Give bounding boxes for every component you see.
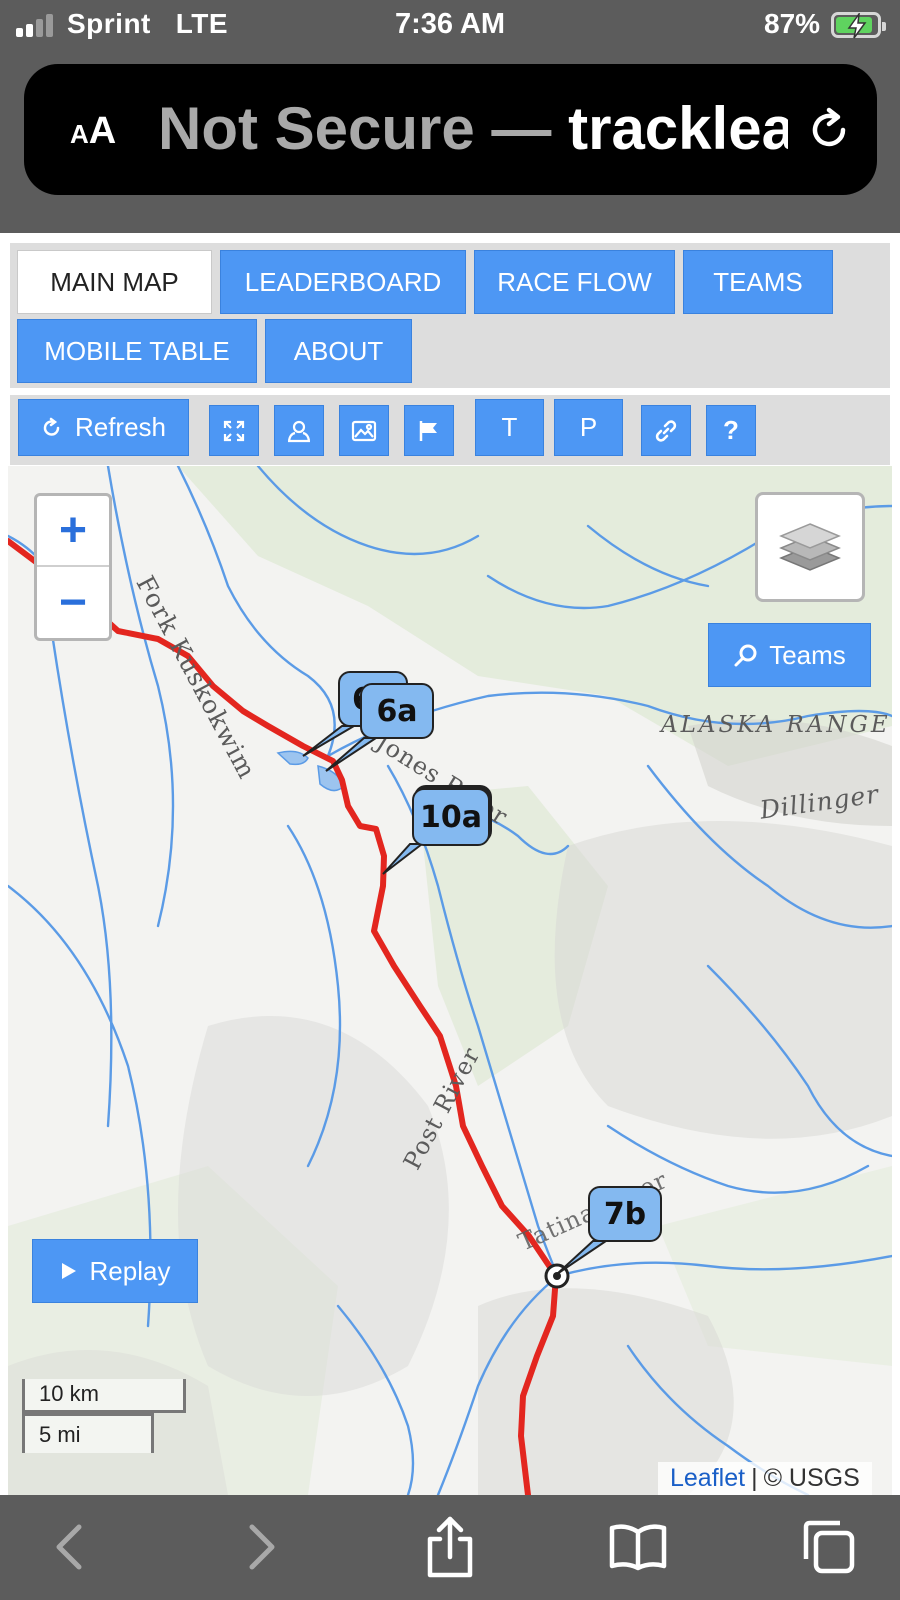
tab-teams[interactable]: TEAMS — [683, 250, 833, 314]
help-icon: ? — [723, 415, 739, 445]
fullscreen-button[interactable] — [209, 405, 259, 456]
refresh-label: Refresh — [74, 412, 167, 442]
replay-label: Replay — [89, 1255, 171, 1286]
scale-mi: 5 mi — [22, 1413, 154, 1453]
web-page: MAIN MAP LEADERBOARD RACE FLOW TEAMS MOB… — [0, 233, 900, 1495]
status-bar: Sprint LTE 7:36 AM 87% — [0, 0, 900, 52]
image-button[interactable] — [339, 405, 389, 456]
text-size-button[interactable]: AA — [70, 110, 116, 153]
image-icon — [351, 420, 377, 441]
attribution-source: © USGS — [763, 1464, 860, 1492]
zoom-out-button[interactable]: − — [37, 567, 109, 638]
leaflet-link[interactable]: Leaflet — [670, 1464, 745, 1493]
attribution-separator: | — [751, 1464, 758, 1492]
teams-search-button[interactable]: Teams — [708, 623, 871, 687]
battery-percent: 87% — [764, 8, 821, 39]
race-map[interactable]: Fork Kuskokwim ALASKA RANGE Jones River … — [8, 466, 892, 1495]
map-label-alaska-range: ALASKA RANGE — [661, 712, 891, 738]
share-icon[interactable] — [412, 1509, 488, 1585]
nav-tab-bar: MAIN MAP LEADERBOARD RACE FLOW TEAMS MOB… — [10, 243, 890, 388]
url-host: tracklea — [568, 95, 788, 162]
refresh-icon — [43, 417, 60, 436]
replay-button[interactable]: Replay — [32, 1239, 198, 1303]
reload-icon[interactable] — [807, 106, 855, 159]
t-button[interactable]: T — [475, 399, 544, 456]
bookmarks-icon[interactable] — [600, 1509, 676, 1585]
scale-km: 10 km — [22, 1379, 186, 1413]
forward-icon[interactable] — [222, 1509, 298, 1585]
link-button[interactable] — [641, 405, 691, 456]
search-icon — [734, 644, 757, 667]
map-tiles — [8, 466, 892, 1495]
tab-leaderboard[interactable]: LEADERBOARD — [220, 250, 466, 314]
browser-toolbar — [0, 1495, 900, 1600]
zoom-in-button[interactable]: + — [37, 496, 109, 567]
layers-button[interactable] — [755, 492, 865, 602]
p-button[interactable]: P — [554, 399, 623, 456]
refresh-button[interactable]: Refresh — [18, 399, 189, 456]
url-display[interactable]: Not Secure — tracklea — [158, 94, 788, 163]
teams-button-label: Teams — [769, 639, 846, 670]
tabs-icon[interactable] — [790, 1509, 866, 1585]
back-icon[interactable] — [33, 1509, 109, 1585]
tab-mobile-table[interactable]: MOBILE TABLE — [17, 319, 257, 383]
link-icon — [655, 419, 677, 442]
tab-about[interactable]: ABOUT — [265, 319, 412, 383]
map-toolbar: Refresh T P ? — [10, 395, 890, 465]
play-icon — [61, 1263, 76, 1279]
center-on-me-button[interactable] — [274, 405, 324, 456]
zoom-control: + − — [34, 493, 112, 641]
address-bar[interactable]: AA Not Secure — tracklea — [24, 64, 877, 195]
help-button[interactable]: ? — [706, 405, 756, 456]
checkpoints-button[interactable] — [404, 405, 454, 456]
fullscreen-icon — [223, 420, 245, 441]
battery-icon — [831, 12, 886, 39]
person-icon — [287, 420, 311, 442]
flag-icon — [419, 420, 437, 441]
tab-main-map[interactable]: MAIN MAP — [17, 250, 212, 314]
layers-icon — [779, 523, 841, 571]
tab-race-flow[interactable]: RACE FLOW — [474, 250, 675, 314]
not-secure-label: Not Secure — — [158, 95, 552, 162]
map-attribution: Leaflet | © USGS — [658, 1462, 872, 1495]
